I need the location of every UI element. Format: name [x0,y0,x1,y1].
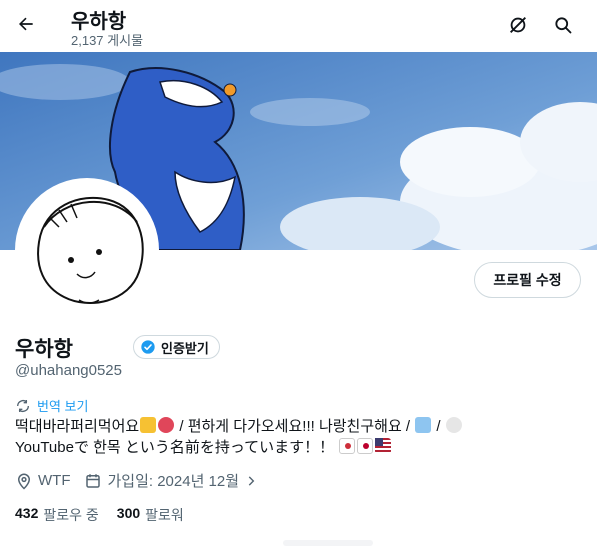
grok-slash-icon [510,17,526,33]
profile-bio: 떡대바라퍼리먹어요 / 편하게 다가오세요!!! 나랑친구해요 / / YouT… [15,416,585,458]
angry-face-emoji-icon [158,417,175,433]
bio-text-3: / [432,418,445,435]
following-label: 팔로우 중 [43,507,99,523]
chevron-right-icon [248,475,255,486]
search-icon [555,17,572,34]
bio-text-1: 떡대바라퍼리먹어요 [15,418,140,435]
location-pin-icon [17,473,31,490]
edit-profile-button[interactable]: 프로필 수정 [474,262,581,298]
profile-name: 우하항 [15,338,73,361]
comet-emoji-icon [415,417,432,433]
profile-handle: @uhahang0525 [15,362,122,379]
back-button[interactable] [8,6,44,42]
get-verified-label: 인증받기 [161,340,209,356]
arrow-left-icon [19,17,33,31]
bio-text-4: YouTubeで 한목 という名前を持っています！！ [15,439,335,456]
verified-badge-icon [141,340,155,354]
join-date[interactable]: 가입일: 2024년 12월 [84,470,258,491]
japan-flag-emoji-icon [357,438,374,454]
followers-label: 팔로워 [145,507,184,523]
join-date-text: 가입일: 2024년 12월 [107,473,240,490]
translate-label: 번역 보기 [37,399,89,414]
translate-icon [17,399,29,412]
followers-link[interactable]: 300 팔로워 [117,505,184,525]
following-count: 432 [15,505,39,521]
grok-button[interactable] [500,7,536,43]
profile-header: 우하항 2,137 게시물 [0,0,597,52]
bio-text-2: / 편하게 다가오세요!!! 나랑친구해요 / [175,418,415,435]
post-count: 2,137 게시물 [71,33,144,48]
calendar-icon [86,473,101,488]
following-link[interactable]: 432 팔로우 중 [15,505,99,525]
translate-bio-link[interactable]: 번역 보기 [15,396,88,415]
location: WTF [15,472,70,490]
white-heart-emoji-icon [445,417,462,433]
followers-count: 300 [116,505,141,521]
location-text: WTF [38,472,71,489]
profile-avatar[interactable] [15,178,159,322]
profile-meta: WTF 가입일: 2024년 12월 [15,470,272,491]
us-flag-emoji-icon [375,438,392,454]
avatar-illustration [19,182,155,318]
flexed-biceps-emoji-icon [140,417,157,433]
get-verified-button[interactable]: 인증받기 [133,335,220,359]
scroll-peek [283,540,373,546]
korea-flag-emoji-icon [339,438,356,454]
search-button[interactable] [545,7,581,43]
follow-stats: 432 팔로우 중 300 팔로워 [15,505,202,525]
